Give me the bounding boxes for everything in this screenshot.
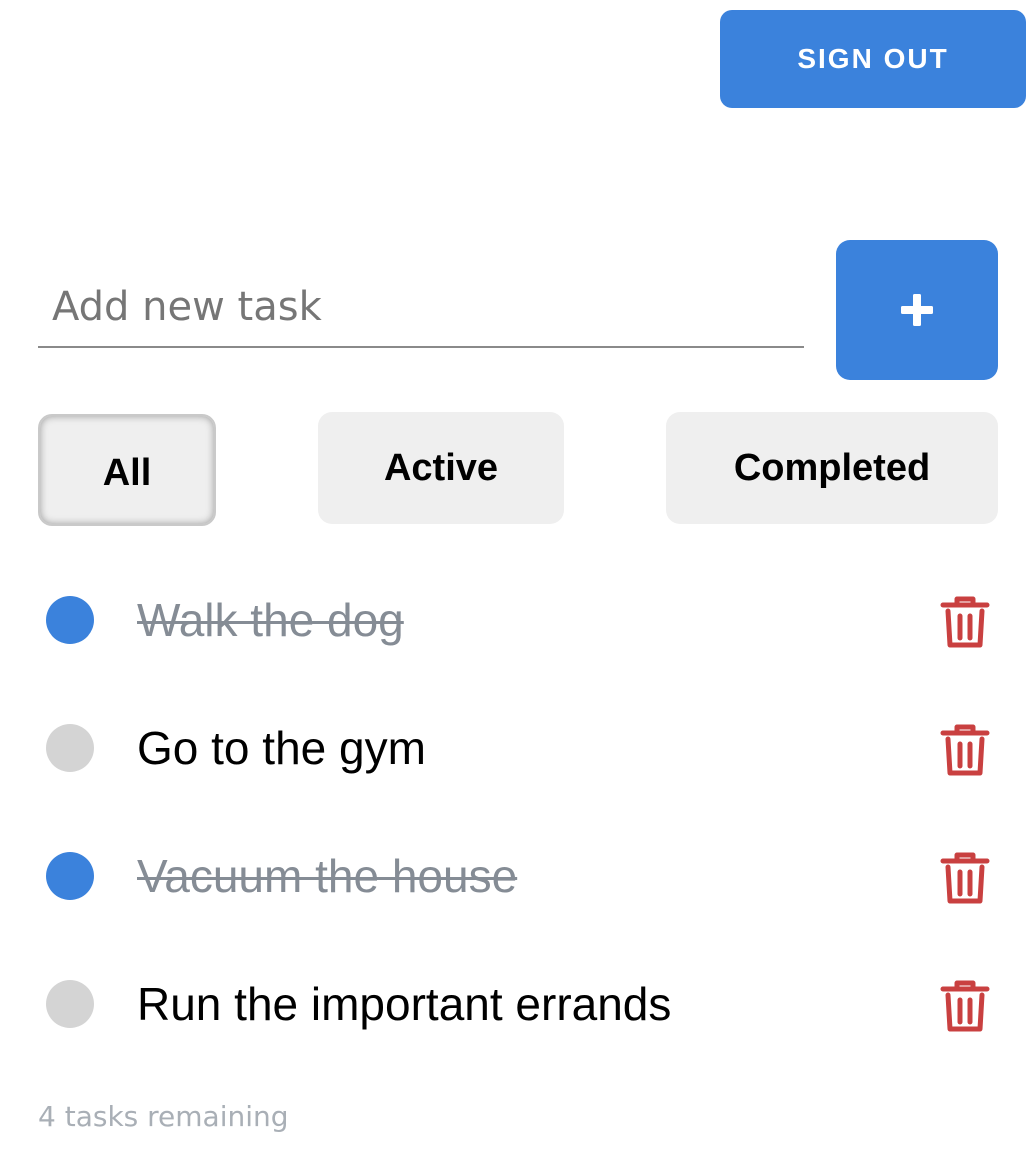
add-task-button[interactable] (836, 240, 998, 380)
task-toggle[interactable] (46, 852, 94, 900)
task-text: Vacuum the house (137, 850, 518, 902)
task-text: Run the important errands (137, 978, 672, 1030)
filter-all-button[interactable]: All (38, 414, 216, 526)
task-toggle[interactable] (46, 724, 94, 772)
add-task-input[interactable] (38, 268, 804, 348)
tasks-remaining-count: 4 tasks remaining (38, 1100, 289, 1133)
filter-completed-button[interactable]: Completed (666, 412, 998, 524)
todo-app: SIGN OUT All Active Completed Walk the d… (0, 0, 1034, 1162)
sign-out-button[interactable]: SIGN OUT (720, 10, 1026, 108)
trash-icon[interactable] (940, 722, 990, 778)
task-item: Vacuum the house (0, 812, 1034, 940)
task-item: Run the important errands (0, 940, 1034, 1068)
trash-icon[interactable] (940, 850, 990, 906)
task-text: Go to the gym (137, 722, 426, 774)
task-toggle[interactable] (46, 980, 94, 1028)
task-list: Walk the dog Go to the gym Vacuum the ho… (0, 556, 1034, 1068)
task-toggle[interactable] (46, 596, 94, 644)
task-item: Walk the dog (0, 556, 1034, 684)
task-item: Go to the gym (0, 684, 1034, 812)
trash-icon[interactable] (940, 978, 990, 1034)
filter-active-button[interactable]: Active (318, 412, 564, 524)
plus-icon (901, 294, 933, 326)
task-text: Walk the dog (137, 594, 404, 646)
trash-icon[interactable] (940, 594, 990, 650)
